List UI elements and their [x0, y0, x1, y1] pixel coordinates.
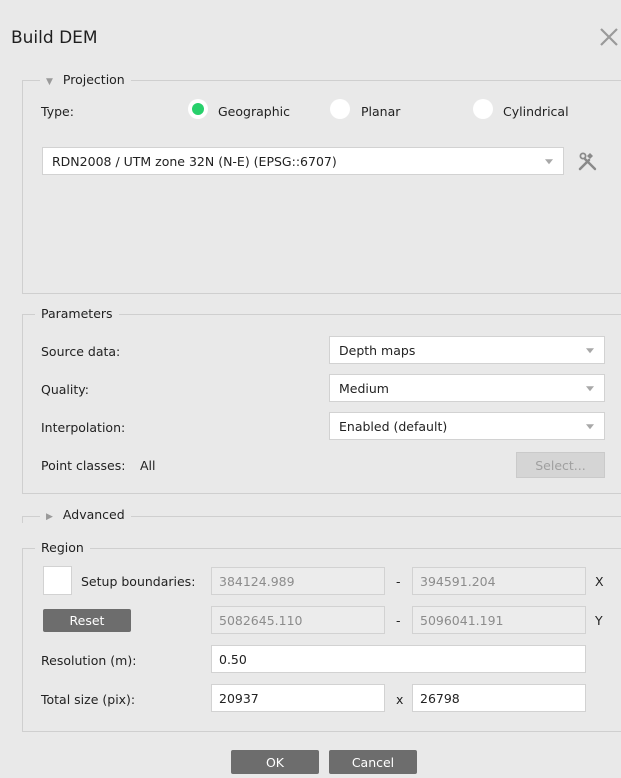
source-data-value: Depth maps: [339, 342, 416, 358]
interpolation-dropdown[interactable]: Enabled (default): [329, 412, 605, 440]
crs-dropdown[interactable]: RDN2008 / UTM zone 32N (N-E) (EPSG::6707…: [42, 147, 564, 175]
expand-triangle-icon: ▶: [46, 512, 53, 522]
advanced-divider-tick: [22, 516, 23, 523]
size-width-field[interactable]: 20937: [211, 684, 385, 712]
select-point-classes-button[interactable]: Select...: [516, 452, 605, 478]
radio-geographic-label[interactable]: Geographic: [218, 104, 290, 119]
source-data-label: Source data:: [41, 344, 121, 359]
chevron-down-icon: [586, 424, 594, 430]
radio-planar[interactable]: [330, 99, 350, 119]
projection-type-label: Type:: [41, 104, 74, 119]
size-times-label: x: [396, 692, 404, 707]
point-classes-label: Point classes:: [41, 458, 126, 473]
x-axis-label: X: [595, 574, 604, 589]
dialog-title: Build DEM: [11, 28, 98, 48]
projection-legend-label: Projection: [62, 72, 125, 87]
interpolation-label: Interpolation:: [41, 420, 126, 435]
quality-label: Quality:: [41, 382, 89, 397]
chevron-down-icon: [586, 348, 594, 354]
x-min-field[interactable]: 384124.989: [211, 567, 385, 595]
interpolation-value: Enabled (default): [339, 418, 448, 434]
setup-boundaries-checkbox[interactable]: [43, 566, 72, 595]
close-icon[interactable]: [597, 25, 621, 49]
y-max-field[interactable]: 5096041.191: [412, 606, 586, 634]
ok-button[interactable]: OK: [231, 750, 319, 774]
radio-cylindrical-label[interactable]: Cylindrical: [503, 104, 569, 119]
reset-button[interactable]: Reset: [43, 609, 131, 632]
advanced-legend-label: Advanced: [62, 507, 125, 522]
resolution-label: Resolution (m):: [41, 653, 137, 668]
cancel-button[interactable]: Cancel: [329, 750, 417, 774]
total-size-label: Total size (pix):: [41, 692, 136, 707]
crs-dropdown-value: RDN2008 / UTM zone 32N (N-E) (EPSG::6707…: [52, 153, 337, 169]
point-classes-value: All: [140, 458, 156, 473]
source-data-dropdown[interactable]: Depth maps: [329, 336, 605, 364]
collapse-triangle-icon: ▼: [46, 77, 53, 87]
resolution-field[interactable]: 0.50: [211, 645, 586, 673]
x-range-dash: -: [396, 574, 401, 589]
parameters-legend: Parameters: [35, 306, 119, 321]
chevron-down-icon: [586, 386, 594, 392]
x-max-field[interactable]: 394591.204: [412, 567, 586, 595]
quality-dropdown[interactable]: Medium: [329, 374, 605, 402]
setup-boundaries-label: Setup boundaries:: [81, 574, 196, 589]
y-range-dash: -: [396, 613, 401, 628]
size-height-field[interactable]: 26798: [412, 684, 586, 712]
projection-legend[interactable]: ▼ Projection: [40, 72, 131, 87]
advanced-legend[interactable]: ▶ Advanced: [40, 507, 131, 522]
y-min-field[interactable]: 5082645.110: [211, 606, 385, 634]
radio-cylindrical[interactable]: [473, 99, 493, 119]
y-axis-label: Y: [595, 613, 603, 628]
radio-planar-label[interactable]: Planar: [361, 104, 400, 119]
tools-icon[interactable]: [576, 150, 600, 174]
chevron-down-icon: [545, 159, 553, 165]
region-legend: Region: [35, 540, 90, 555]
quality-value: Medium: [339, 380, 389, 396]
radio-geographic[interactable]: [188, 99, 208, 119]
